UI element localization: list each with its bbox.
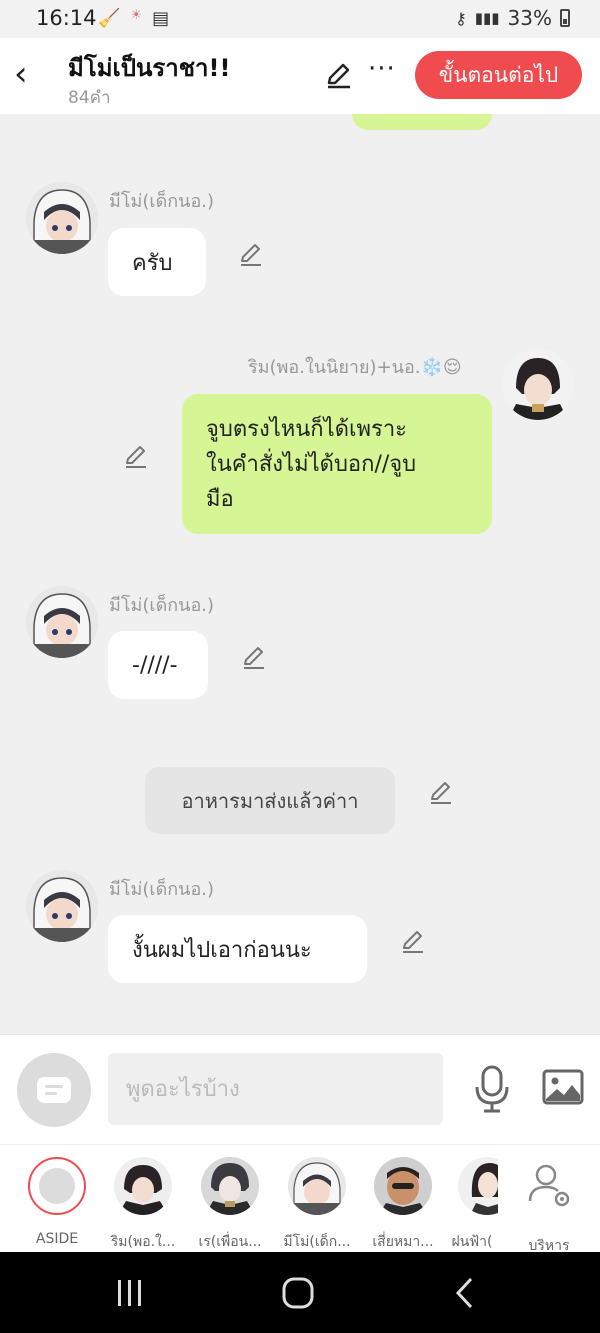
sender-name: มีโม่(เด็กนอ.) [109, 879, 215, 900]
character-fonfa[interactable]: ฝนฟ้า( [446, 1157, 498, 1253]
character-label: มีโม่(เด็ก... [283, 1234, 351, 1250]
character-label: ฝนฟ้า( [451, 1234, 493, 1250]
aside-avatar [28, 1157, 86, 1215]
character-sia[interactable]: เสี่ยหมา... [360, 1157, 446, 1253]
message-input[interactable] [108, 1053, 443, 1125]
narration-bubble[interactable]: อาหารมาส่งแล้วค่าา [145, 767, 395, 834]
edit-message-icon[interactable] [237, 240, 265, 268]
broom-icon: 🧹 [98, 8, 121, 29]
character-rim[interactable]: ริม(พอ.ใ... [100, 1157, 186, 1253]
chat-bubble-icon [37, 1077, 71, 1103]
battery-icon [560, 9, 570, 27]
avatar-rim[interactable] [502, 348, 574, 420]
notification-icons: 🧹 ☀ ▤ [98, 8, 169, 29]
status-bar: 16:14 🧹 ☀ ▤ ⚷ ▮▮▮ 33% [0, 0, 600, 38]
back-icon[interactable]: ‹ [14, 54, 28, 94]
chat-mode-button[interactable] [17, 1053, 91, 1127]
character-label: เสี่ยหมา... [372, 1234, 434, 1250]
character-avatar [114, 1157, 172, 1215]
edit-message-icon[interactable] [122, 442, 150, 470]
character-label: ASIDE [35, 1231, 79, 1247]
sender-name: มีโม่(เด็กนอ.) [109, 595, 215, 616]
character-label: ริม(พอ.ใ... [110, 1234, 176, 1250]
character-avatar [201, 1157, 259, 1215]
character-avatar [374, 1157, 432, 1215]
previous-message-bubble[interactable] [352, 114, 492, 130]
microphone-icon[interactable] [474, 1065, 510, 1113]
signal-icon: ▮▮▮ [474, 9, 500, 27]
app-notification-icon: ☀ [130, 8, 143, 23]
status-time: 16:14 [36, 6, 97, 30]
key-icon: ⚷ [455, 8, 467, 28]
home-icon[interactable] [281, 1276, 315, 1310]
message-bubble[interactable]: ครับ [108, 228, 206, 296]
message-icon: ▤ [152, 8, 170, 29]
character-re[interactable]: เร(เพื่อน... [187, 1157, 273, 1253]
manage-characters-button[interactable]: บริหาร [506, 1157, 592, 1257]
system-navigation-bar [0, 1252, 600, 1333]
message-bubble[interactable]: -////- [108, 631, 208, 699]
chat-header: ‹ มีโม่เป็นราชา!! 84คำ ··· ขั้นตอนต่อไป [0, 38, 600, 114]
story-title: มีโม่เป็นราชา!! [68, 54, 231, 82]
avatar-memo[interactable] [26, 182, 98, 254]
message-bubble[interactable]: จูบตรงไหนก็ได้เพราะ ในคำสั่งไม่ได้บอก//จ… [182, 394, 492, 534]
character-avatar [288, 1157, 346, 1215]
avatar-memo[interactable] [26, 586, 98, 658]
character-aside[interactable]: ASIDE [14, 1157, 100, 1247]
manage-users-icon [528, 1164, 570, 1207]
avatar-memo[interactable] [26, 870, 98, 942]
recent-apps-icon[interactable] [115, 1278, 145, 1308]
sender-name: มีโม่(เด็กนอ.) [109, 191, 215, 212]
sender-name: ริม(พอ.ในนิยาย)+นอ.❄️😌 [248, 357, 462, 378]
word-count: 84คำ [68, 88, 111, 108]
battery-percent: 33% [507, 6, 552, 30]
chat-area: มีโม่(เด็กนอ.) ครับ ริม(พอ.ในนิยาย)+นอ.❄… [0, 114, 600, 1034]
system-icons: ⚷ ▮▮▮ 33% [455, 6, 570, 30]
message-input-bar [0, 1034, 600, 1144]
edit-message-icon[interactable] [399, 927, 427, 955]
next-step-button[interactable]: ขั้นตอนต่อไป [415, 51, 582, 99]
back-nav-icon[interactable] [452, 1276, 478, 1310]
character-avatar [458, 1157, 498, 1215]
character-memo[interactable]: มีโม่(เด็ก... [274, 1157, 360, 1253]
edit-title-icon[interactable] [324, 60, 354, 90]
edit-message-icon[interactable] [240, 643, 268, 671]
edit-message-icon[interactable] [427, 778, 455, 806]
image-icon[interactable] [542, 1069, 584, 1105]
character-label: เร(เพื่อน... [198, 1234, 262, 1250]
more-options-icon[interactable]: ··· [368, 54, 396, 84]
character-bar: ASIDE ริม(พอ.ใ... เร(เพื่อน... มีโม่(เด็… [0, 1144, 600, 1254]
message-bubble[interactable]: งั้นผมไปเอาก่อนนะ [108, 915, 367, 983]
